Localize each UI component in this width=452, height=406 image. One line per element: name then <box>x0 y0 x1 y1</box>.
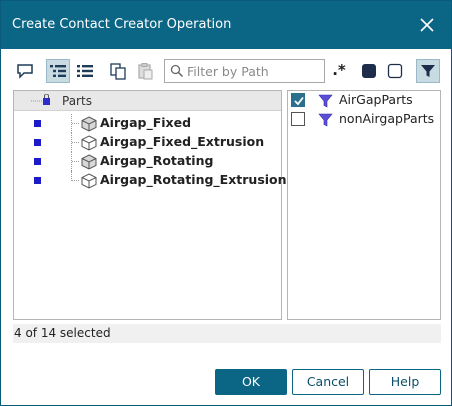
wire-part-icon <box>81 173 97 189</box>
cancel-button[interactable]: Cancel <box>292 369 364 395</box>
filter-input[interactable] <box>187 62 321 80</box>
part-name: Airgap_Rotating_Extrusion <box>100 172 287 187</box>
select-all-icon[interactable] <box>357 59 381 83</box>
copy-icon[interactable] <box>106 59 130 83</box>
status-bar: 4 of 14 selected <box>13 324 441 343</box>
regex-toggle-button[interactable]: .* <box>327 59 351 83</box>
paste-icon[interactable] <box>133 59 157 83</box>
title-bar: Create Contact Creator Operation <box>1 1 451 49</box>
selected-marker <box>34 139 41 146</box>
solid-part-icon <box>81 116 97 132</box>
node-link-icon <box>31 94 50 105</box>
checkbox[interactable] <box>291 93 305 107</box>
tree-item[interactable]: Airgap_Fixed <box>14 114 281 133</box>
selection-count: 4 of 14 selected <box>14 326 111 340</box>
toolbar: .* <box>13 59 441 85</box>
filter-list-item[interactable]: nonAirgapParts <box>288 110 440 129</box>
part-name: Airgap_Fixed_Extrusion <box>100 134 265 149</box>
ok-button[interactable]: OK <box>215 369 287 395</box>
search-icon <box>170 64 184 78</box>
close-icon[interactable] <box>415 13 439 37</box>
selected-marker <box>34 158 41 165</box>
part-name: Airgap_Rotating <box>100 153 214 168</box>
tree-view-icon[interactable] <box>46 59 70 83</box>
filter-list-item[interactable]: AirGapParts <box>288 91 440 110</box>
tree-header-label: Parts <box>62 94 92 108</box>
selected-marker <box>34 177 41 184</box>
filter-funnel-icon[interactable] <box>416 59 440 83</box>
wire-part-icon <box>81 135 97 151</box>
tree-item[interactable]: Airgap_Rotating <box>14 152 281 171</box>
parts-tree: Parts Airgap_Fixed Airgap_Fixed_Extrusio… <box>13 90 287 320</box>
tree-header: Parts <box>14 91 281 111</box>
tree-item[interactable]: Airgap_Fixed_Extrusion <box>14 133 281 152</box>
funnel-icon <box>318 113 333 127</box>
funnel-icon <box>318 94 333 108</box>
filter-list: AirGapParts nonAirgapParts <box>287 90 441 320</box>
dialog-window: Create Contact Creator Operation .* <box>0 0 452 406</box>
part-name: Airgap_Fixed <box>100 115 192 130</box>
filter-name: nonAirgapParts <box>339 111 435 126</box>
comment-icon[interactable] <box>13 59 37 83</box>
filter-field <box>164 59 325 83</box>
solid-part-icon <box>81 154 97 170</box>
filter-name: AirGapParts <box>339 92 413 107</box>
dialog-title: Create Contact Creator Operation <box>12 17 232 32</box>
help-button[interactable]: Help <box>369 369 441 395</box>
checkbox[interactable] <box>291 112 305 126</box>
selected-marker <box>34 120 41 127</box>
tree-item[interactable]: Airgap_Rotating_Extrusion <box>14 171 287 190</box>
list-view-icon[interactable] <box>73 59 97 83</box>
select-none-icon[interactable] <box>383 59 407 83</box>
